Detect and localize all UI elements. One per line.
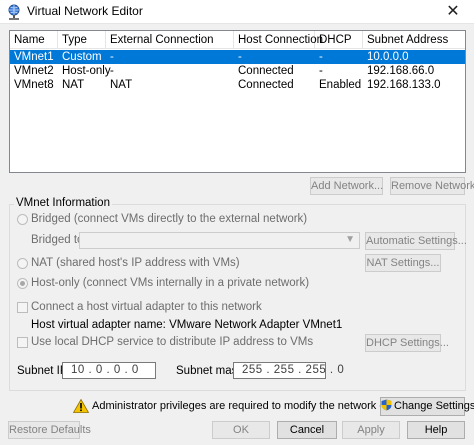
window-title: Virtual Network Editor bbox=[27, 4, 143, 18]
column-header-subnet-address[interactable]: Subnet Address bbox=[363, 31, 466, 49]
close-button[interactable]: ✕ bbox=[432, 0, 474, 24]
uac-shield-icon bbox=[381, 399, 392, 411]
cell-external: NAT bbox=[110, 79, 133, 91]
bridged-to-select[interactable]: ▼ bbox=[79, 232, 360, 249]
network-globe-icon bbox=[8, 4, 20, 20]
cell-name: VMnet8 bbox=[14, 79, 54, 91]
automatic-settings-button[interactable]: Automatic Settings... bbox=[365, 232, 467, 250]
table-row[interactable]: VMnet2 Host-only - Connected - 192.168.6… bbox=[10, 64, 465, 78]
restore-defaults-button[interactable]: Restore Defaults bbox=[8, 421, 91, 439]
cell-name: VMnet1 bbox=[14, 51, 54, 63]
table-header: Name Type External Connection Host Conne… bbox=[10, 31, 465, 49]
cell-subnet: 192.168.66.0 bbox=[367, 65, 435, 77]
connect-adapter-checkbox[interactable] bbox=[17, 302, 28, 313]
adapter-name-label: Host virtual adapter name: VMware Networ… bbox=[31, 319, 343, 331]
cell-type: Custom bbox=[62, 51, 102, 63]
host-only-label: Host-only (connect VMs internally in a p… bbox=[31, 277, 310, 289]
warning-triangle-icon bbox=[73, 399, 89, 413]
nat-label: NAT (shared host's IP address with VMs) bbox=[31, 257, 240, 269]
ok-button[interactable]: OK bbox=[212, 421, 270, 439]
dhcp-label: Use local DHCP service to distribute IP … bbox=[31, 336, 314, 348]
cell-host: Connected bbox=[238, 79, 294, 91]
column-header-external-connection[interactable]: External Connection bbox=[106, 31, 234, 49]
cell-subnet: 10.0.0.0 bbox=[367, 51, 409, 63]
help-button[interactable]: Help bbox=[407, 421, 465, 439]
dhcp-settings-button[interactable]: DHCP Settings... bbox=[365, 334, 449, 352]
column-header-host-connection[interactable]: Host Connection bbox=[234, 31, 323, 49]
cell-name: VMnet2 bbox=[14, 65, 54, 77]
change-settings-button[interactable]: Change Settings bbox=[380, 397, 474, 416]
table-row[interactable]: VMnet8 NAT NAT Connected Enabled 192.168… bbox=[10, 78, 465, 92]
vmnet-information-label: VMnet Information bbox=[14, 197, 112, 209]
nat-radio[interactable] bbox=[17, 258, 28, 269]
change-settings-label: Change Settings bbox=[394, 400, 474, 412]
cell-external: - bbox=[110, 65, 114, 77]
cell-dhcp: - bbox=[319, 51, 323, 63]
bridged-radio[interactable] bbox=[17, 214, 28, 225]
cell-type: NAT bbox=[62, 79, 85, 91]
subnet-mask-input[interactable]: 255 . 255 . 255 . 0 bbox=[233, 362, 344, 379]
dhcp-checkbox[interactable] bbox=[17, 337, 28, 348]
cancel-button[interactable]: Cancel bbox=[277, 421, 337, 439]
table-row[interactable]: VMnet1 Custom - - - 10.0.0.0 bbox=[10, 50, 465, 64]
remove-network-button[interactable]: Remove Network bbox=[390, 177, 474, 195]
bridged-label: Bridged (connect VMs directly to the ext… bbox=[31, 213, 308, 225]
subnet-ip-input[interactable]: 10 . 0 . 0 . 0 bbox=[62, 362, 156, 379]
connect-adapter-label: Connect a host virtual adapter to this n… bbox=[31, 301, 262, 313]
cell-external: - bbox=[110, 51, 114, 63]
add-network-button[interactable]: Add Network... bbox=[310, 177, 383, 195]
title-bar: Virtual Network Editor ✕ bbox=[0, 0, 474, 24]
nat-settings-button[interactable]: NAT Settings... bbox=[365, 254, 441, 272]
cell-type: Host-only bbox=[62, 65, 111, 77]
column-header-dhcp[interactable]: DHCP bbox=[315, 31, 363, 49]
cell-dhcp: Enabled bbox=[319, 79, 362, 91]
cell-host: Connected bbox=[238, 65, 294, 77]
cell-subnet: 192.168.133.0 bbox=[367, 79, 441, 91]
cell-dhcp: - bbox=[319, 65, 323, 77]
chevron-down-icon: ▼ bbox=[345, 234, 355, 245]
cell-host: - bbox=[238, 51, 242, 63]
apply-button[interactable]: Apply bbox=[342, 421, 400, 439]
column-header-name[interactable]: Name bbox=[10, 31, 58, 49]
networks-table[interactable]: Name Type External Connection Host Conne… bbox=[9, 30, 466, 173]
host-only-radio[interactable] bbox=[17, 278, 28, 289]
column-header-type[interactable]: Type bbox=[58, 31, 106, 49]
